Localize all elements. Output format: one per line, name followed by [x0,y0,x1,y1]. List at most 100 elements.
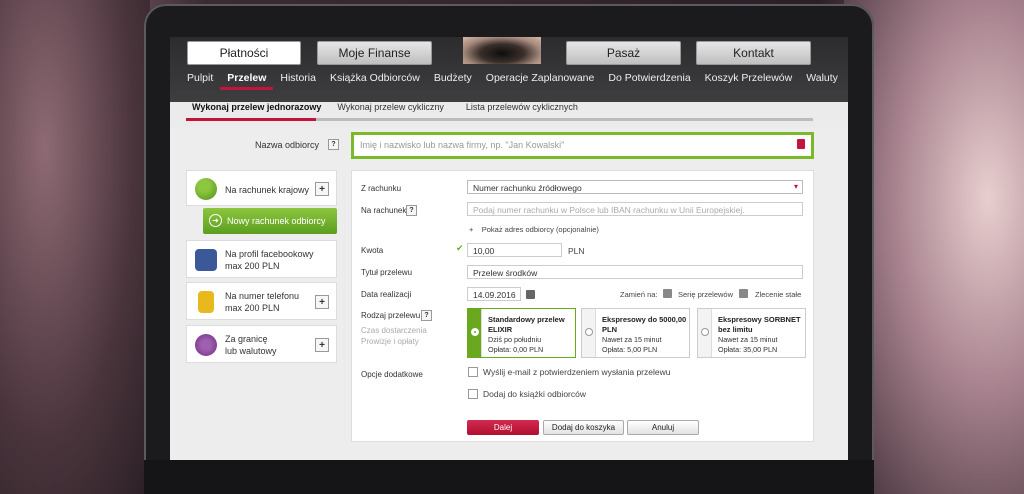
main-menu: Pulpit Przelew Historia Książka Odbiorcó… [180,68,845,90]
abroad-plus-button[interactable]: + [315,338,329,352]
option-express-fee: Opłata: 5,00 PLN [602,345,658,354]
menu-historia[interactable]: Historia [273,68,323,90]
menu-koszyk-przelewow[interactable]: Koszyk Przelewów [698,68,800,90]
facebook-label-line1: Na profil facebookowy [225,249,314,259]
tab-contact[interactable]: Kontakt [696,41,811,65]
phone-label: Na numer telefonu max 200 PLN [225,290,299,314]
menu-pulpit[interactable]: Pulpit [180,68,220,90]
option-facebook[interactable]: Na profil facebookowy max 200 PLN [186,240,337,278]
phone-plus-button[interactable]: + [315,295,329,309]
series-link[interactable]: Serię przelewów [678,290,733,299]
menu-waluty[interactable]: Waluty [799,68,845,90]
tab-my-finances[interactable]: Moje Finanse [317,41,432,65]
abroad-label: Za granicę lub walutowy [225,333,277,357]
option-domestic-account[interactable]: Na rachunek krajowy + [186,170,337,206]
add-to-book-checkbox[interactable] [468,389,478,399]
address-book-icon[interactable] [797,139,805,149]
new-recipient-account-button[interactable]: ➜ Nowy rachunek odbiorcy [203,208,337,234]
to-account-help-icon[interactable]: ? [406,205,417,216]
option-express[interactable]: Ekspresowy do 5000,00 PLN Nawet za 15 mi… [581,308,690,358]
check-icon: ✔ [456,243,464,253]
recipient-placeholder: Imię i nazwisko lub nazwa firmy, np. "Ja… [360,140,565,150]
option-elixir[interactable]: Standardowy przelew ELIXIR Dziś po połud… [467,308,576,358]
menu-przelew[interactable]: Przelew [220,68,274,90]
transfer-form: Z rachunku Numer rachunku źródłowego ▾ N… [351,170,814,442]
transfer-type-label: Rodzaj przelewu [361,311,421,320]
email-confirmation-label: Wyślij e-mail z potwierdzeniem wysłania … [483,367,671,377]
to-account-label: Na rachunek [361,206,407,215]
option-phone[interactable]: Na numer telefonu max 200 PLN + [186,282,337,320]
people-icon [195,178,217,200]
currency-label: PLN [568,246,585,256]
option-abroad[interactable]: Za granicę lub walutowy + [186,325,337,363]
option-express-title: Ekspresowy do 5000,00 PLN [602,315,687,334]
globe-icon [195,334,217,356]
option-elixir-title: Standardowy przelew ELIXIR [488,315,565,334]
title-value: Przelew środków [473,268,538,278]
tab-pasaz[interactable]: Pasaż [566,41,681,65]
header-photo [463,37,541,64]
add-to-book-label: Dodaj do książki odbiorców [483,389,586,399]
arrow-right-icon: ➜ [209,214,222,227]
from-account-select[interactable]: Numer rachunku źródłowego ▾ [467,180,803,194]
plus-icon: + [469,225,474,234]
date-input[interactable]: 14.09.2016 [467,287,521,301]
domestic-plus-button[interactable]: + [315,182,329,196]
facebook-label: Na profil facebookowy max 200 PLN [225,248,314,272]
recipient-input[interactable]: Imię i nazwisko lub nazwa firmy, np. "Ja… [351,132,814,159]
tab-payments[interactable]: Płatności [187,41,301,65]
recipient-help-icon[interactable]: ? [328,139,339,150]
option-sorbnet[interactable]: Ekspresowy SORBNET bez limitu Nawet za 1… [697,308,806,358]
convert-label: Zamień na: [620,290,658,299]
standing-order-link[interactable]: Zlecenie stałe [755,290,801,299]
date-label: Data realizacji [361,290,412,299]
to-account-input[interactable]: Podaj numer rachunku w Polsce lub IBAN r… [467,202,803,216]
domestic-label: Na rachunek krajowy [225,185,310,195]
facebook-icon [195,249,217,271]
series-icon[interactable] [663,289,672,298]
option-express-radio[interactable] [585,328,593,336]
date-value: 14.09.2016 [473,290,516,300]
standing-order-icon[interactable] [739,289,748,298]
option-sorbnet-time: Nawet za 15 minut [718,335,778,344]
extra-options-label: Opcje dodatkowe [361,370,423,379]
subtabs-underline [186,118,813,121]
show-address-label: Pokaż adres odbiorcy (opcjonalnie) [481,225,599,234]
add-to-cart-button[interactable]: Dodaj do koszyka [543,420,624,435]
show-address-link[interactable]: + Pokaż adres odbiorcy (opcjonalnie) [469,225,599,234]
menu-operacje-zaplanowane[interactable]: Operacje Zaplanowane [479,68,602,90]
option-sorbnet-fee: Opłata: 35,00 PLN [718,345,778,354]
background-left [0,0,150,494]
option-elixir-radio[interactable] [471,328,479,336]
transfer-type-help-icon[interactable]: ? [421,310,432,321]
option-sorbnet-title: Ekspresowy SORBNET bez limitu [718,315,801,334]
facebook-label-line2: max 200 PLN [225,261,280,271]
subtab-active-indicator [186,118,316,121]
chevron-down-icon: ▾ [793,182,798,191]
amount-input[interactable]: 10,00 [467,243,562,257]
from-account-value: Numer rachunku źródłowego [473,183,582,193]
email-confirmation-checkbox[interactable] [468,367,478,377]
fees-label: Prowizje i opłaty [361,337,419,346]
recipient-label: Nazwa odbiorcy [255,140,320,150]
top-navigation: Płatności Moje Finanse Pasaż Kontakt Pul… [170,37,848,127]
abroad-label-line2: lub walutowy [225,346,277,356]
cancel-button[interactable]: Anuluj [627,420,699,435]
calendar-icon[interactable] [526,290,535,299]
to-account-placeholder: Podaj numer rachunku w Polsce lub IBAN r… [473,205,745,215]
phone-label-line2: max 200 PLN [225,303,280,313]
option-express-time: Nawet za 15 minut [602,335,662,344]
menu-budzety[interactable]: Budżety [427,68,479,90]
option-elixir-fee: Opłata: 0,00 PLN [488,345,544,354]
amount-value: 10,00 [473,246,495,256]
title-input[interactable]: Przelew środków [467,265,803,279]
option-sorbnet-radio[interactable] [701,328,709,336]
delivery-time-label: Czas dostarczenia [361,326,427,335]
new-recipient-account-label: Nowy rachunek odbiorcy [227,216,326,226]
phone-icon [198,291,214,313]
next-button[interactable]: Dalej [467,420,539,435]
title-label: Tytuł przelewu [361,268,413,277]
banking-screen: Płatności Moje Finanse Pasaż Kontakt Pul… [170,37,848,460]
menu-ksiazka-odbiorcow[interactable]: Książka Odbiorców [323,68,427,90]
menu-do-potwierdzenia[interactable]: Do Potwierdzenia [601,68,697,90]
